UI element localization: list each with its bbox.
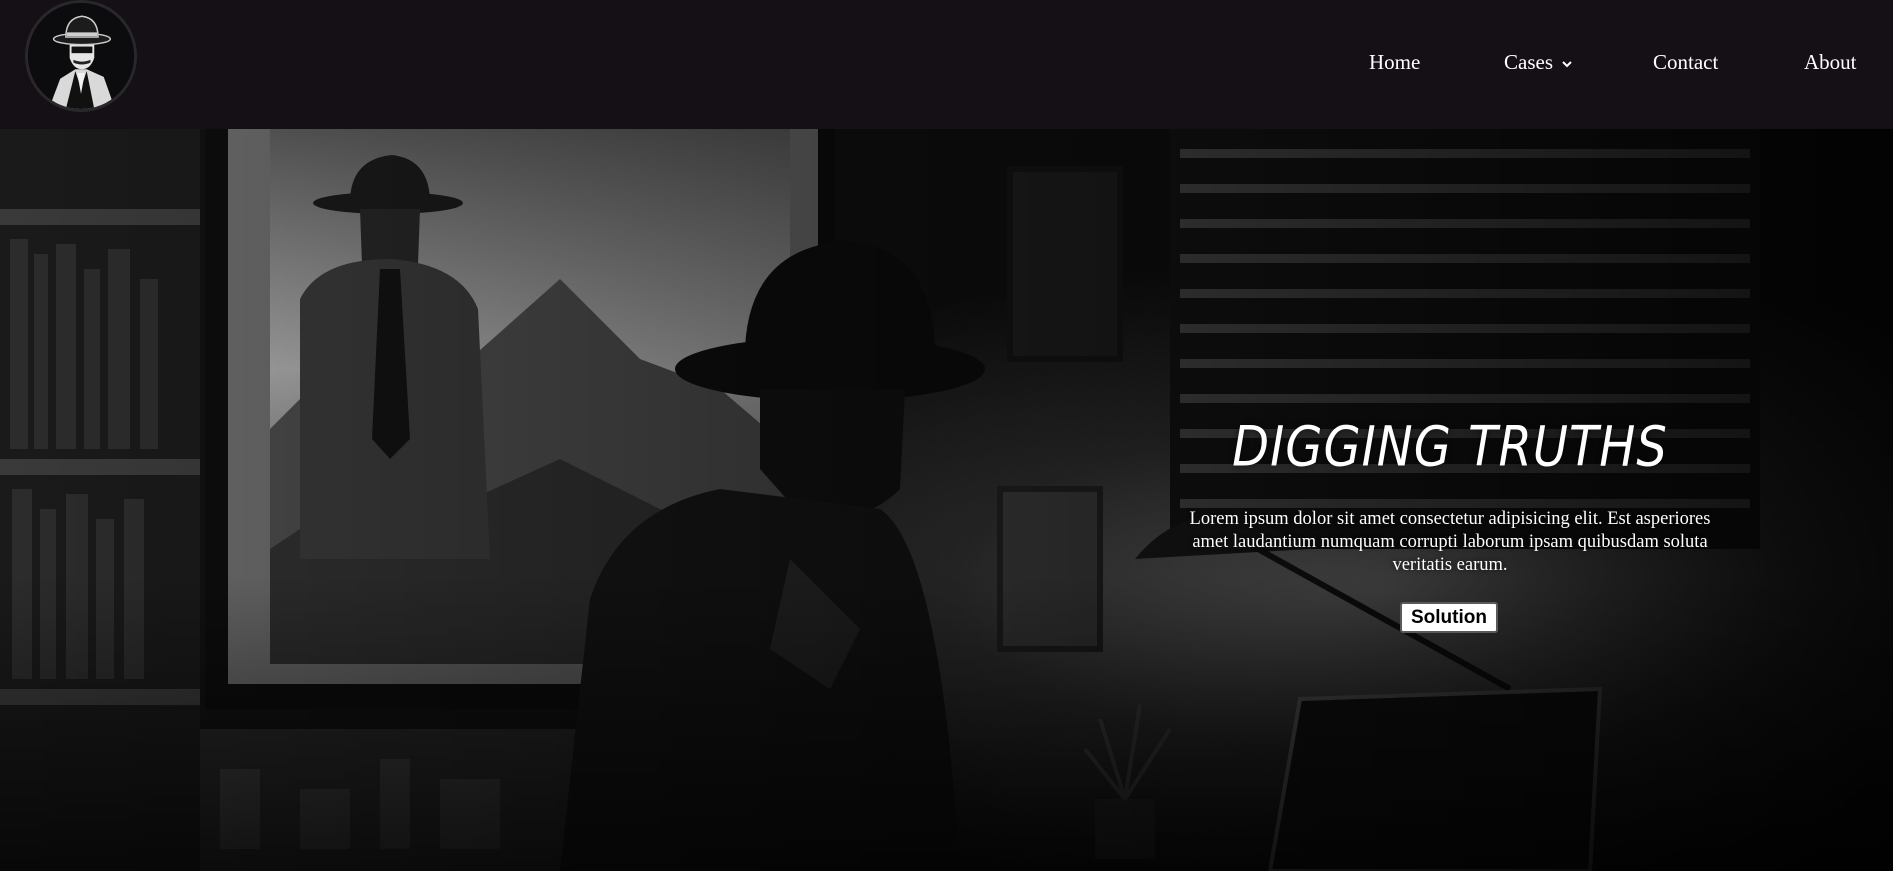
- nav-cases-dropdown[interactable]: Cases: [1504, 50, 1573, 75]
- nav-contact-label: Contact: [1653, 50, 1719, 74]
- chevron-down-icon: [1562, 61, 1572, 68]
- solution-button[interactable]: Solution: [1400, 602, 1498, 633]
- hero-section: DIGGING TRUTHS Lorem ipsum dolor sit ame…: [0, 129, 1893, 871]
- detective-logo-graphic: [28, 3, 134, 109]
- nav-cases-label: Cases: [1504, 50, 1553, 74]
- detective-logo-icon[interactable]: [25, 0, 137, 112]
- nav-contact-link[interactable]: Contact: [1653, 50, 1718, 75]
- nav-home-link[interactable]: Home: [1369, 50, 1420, 75]
- nav-home-label: Home: [1369, 50, 1421, 74]
- navbar: Home Cases Contact About: [0, 0, 1893, 129]
- nav-about-label: About: [1804, 50, 1857, 74]
- hero-title: DIGGING TRUTHS: [1232, 414, 1668, 480]
- hero-background-image: [0, 129, 1893, 871]
- nav-about-link[interactable]: About: [1804, 50, 1857, 75]
- hero-description: Lorem ipsum dolor sit amet consectetur a…: [1189, 509, 1711, 575]
